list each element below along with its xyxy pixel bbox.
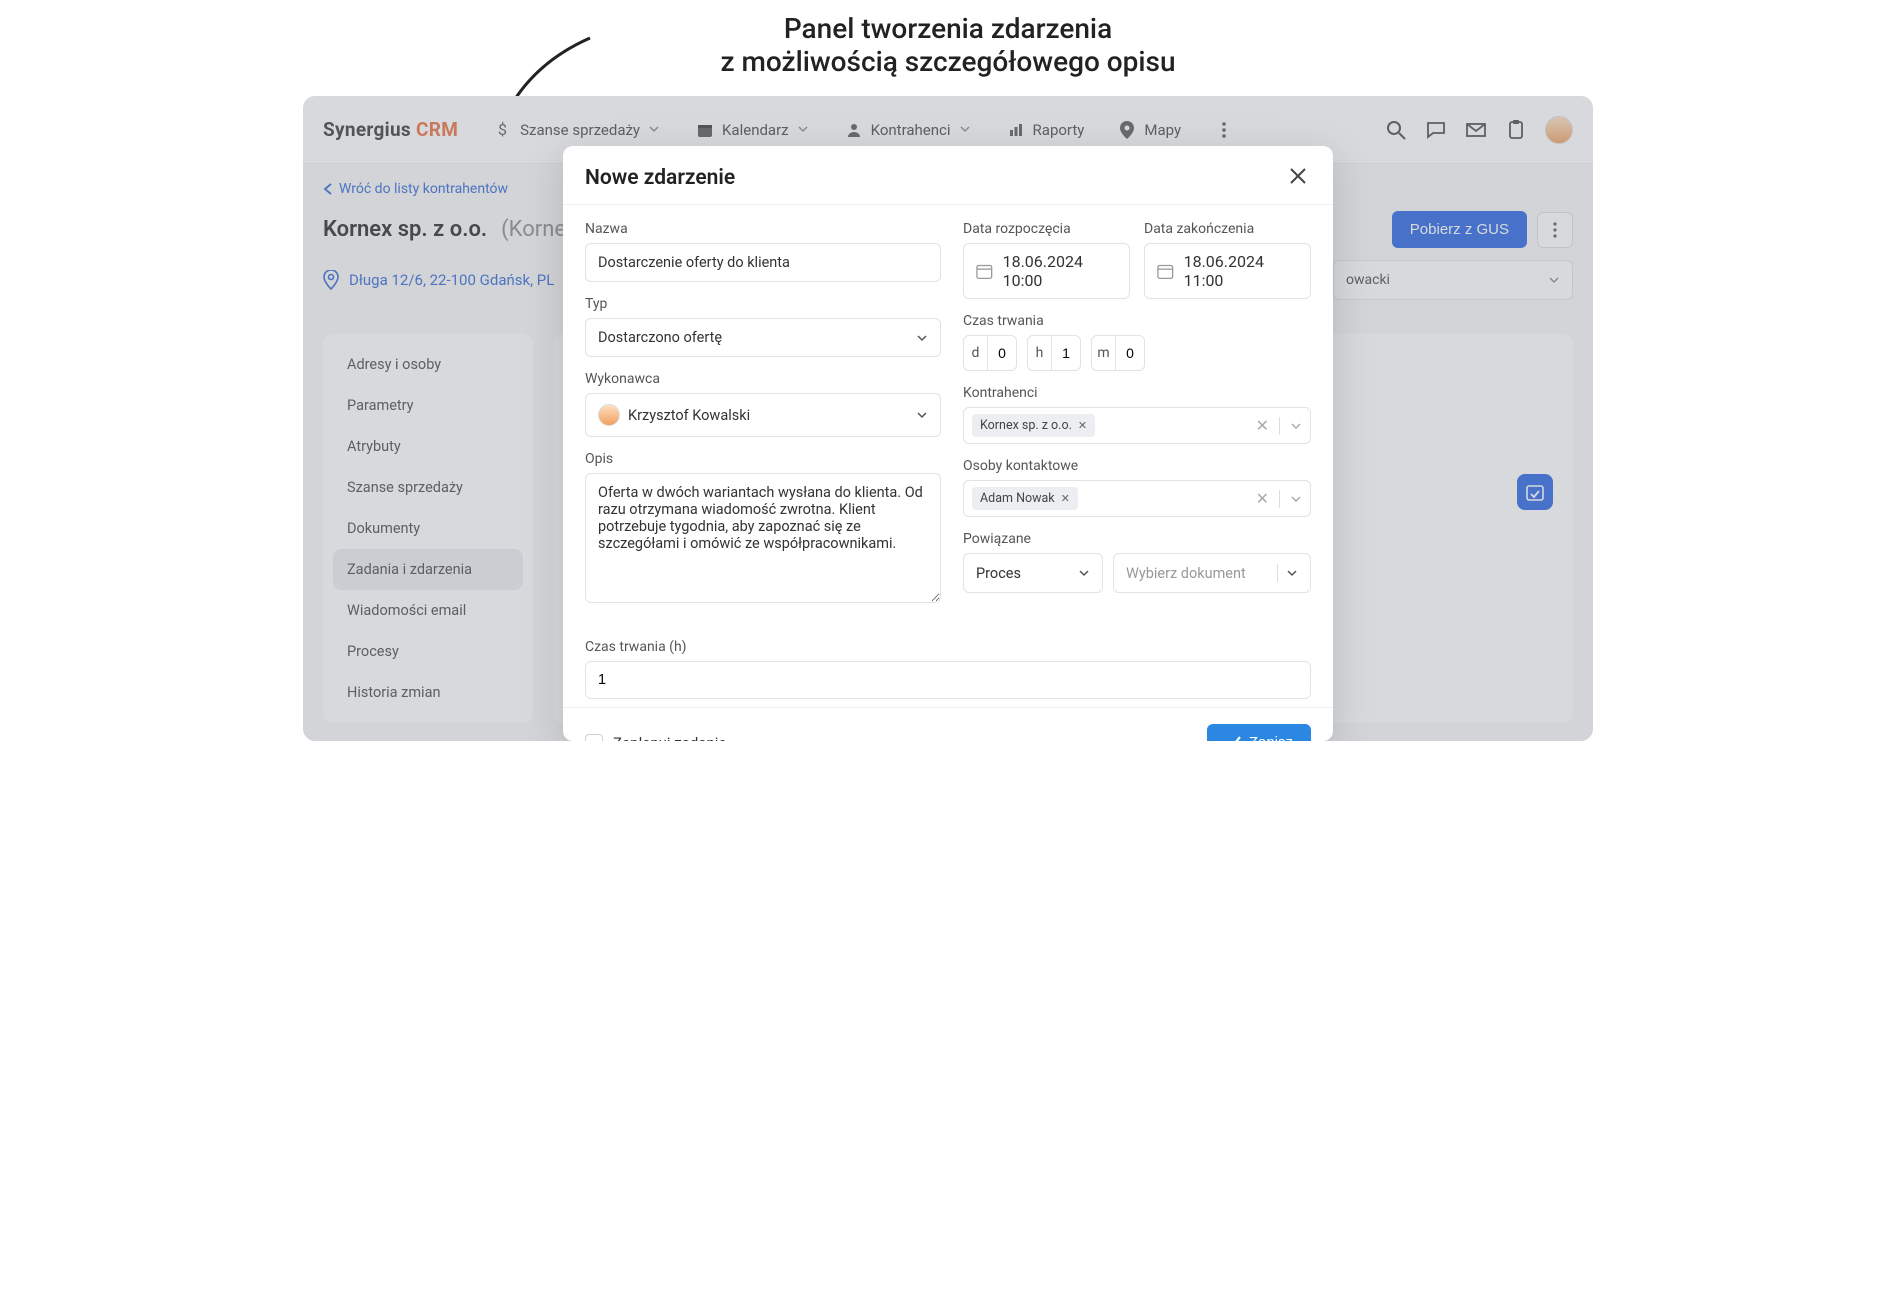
contractors-multiselect[interactable]: Kornex sp. z o.o. ✕ ✕: [963, 407, 1311, 444]
name-input[interactable]: [585, 243, 941, 282]
contacts-multiselect[interactable]: Adam Nowak ✕ ✕: [963, 480, 1311, 517]
duration-d-input[interactable]: [987, 335, 1017, 371]
app-shell: Synergius CRM $ Szanse sprzedaży Kalenda…: [303, 96, 1593, 741]
related-type-value: Proces: [976, 565, 1021, 582]
annotation-line1: Panel tworzenia zdarzenia: [0, 12, 1896, 45]
label-contractors: Kontrahenci: [963, 385, 1311, 401]
label-type: Typ: [585, 296, 941, 312]
schedule-task-label: Zaplanuj zadanie: [613, 734, 726, 742]
close-icon[interactable]: [1289, 167, 1311, 189]
label-contacts: Osoby kontaktowe: [963, 458, 1311, 474]
label-name: Nazwa: [585, 221, 941, 237]
type-select[interactable]: Dostarczono ofertę: [585, 318, 941, 357]
check-icon: [1225, 736, 1241, 742]
calendar-icon: [1157, 262, 1174, 280]
related-document-select[interactable]: Wybierz dokument: [1113, 553, 1311, 593]
chevron-down-icon: [916, 409, 928, 421]
contractor-chip: Kornex sp. z o.o. ✕: [972, 414, 1095, 437]
label-description: Opis: [585, 451, 941, 467]
chevron-down-icon: [1078, 567, 1090, 579]
duration-h-input[interactable]: [1051, 335, 1081, 371]
save-button-label: Zapisz: [1249, 734, 1293, 741]
start-date-input[interactable]: 18.06.2024 10:00: [963, 243, 1130, 299]
type-value: Dostarczono ofertę: [598, 329, 722, 346]
label-related: Powiązane: [963, 531, 1311, 547]
label-duration: Czas trwania: [963, 313, 1311, 329]
description-textarea[interactable]: [585, 473, 941, 603]
clear-icon[interactable]: ✕: [1256, 416, 1269, 435]
schedule-task-checkbox[interactable]: [585, 734, 603, 742]
performer-avatar: [598, 404, 620, 426]
label-start: Data rozpoczęcia: [963, 221, 1130, 237]
contractor-chip-label: Kornex sp. z o.o.: [980, 418, 1072, 433]
performer-value: Krzysztof Kowalski: [628, 407, 750, 424]
duration-h-label: h: [1027, 335, 1051, 371]
modal-title: Nowe zdarzenie: [585, 166, 735, 190]
label-performer: Wykonawca: [585, 371, 941, 387]
chip-remove-icon[interactable]: ✕: [1078, 419, 1087, 432]
chevron-down-icon[interactable]: [1290, 493, 1302, 505]
contact-chip: Adam Nowak ✕: [972, 487, 1078, 510]
new-event-modal: Nowe zdarzenie Nazwa Typ Dostarczon: [563, 146, 1333, 741]
save-button[interactable]: Zapisz: [1207, 724, 1311, 741]
calendar-icon: [976, 262, 993, 280]
chevron-down-icon: [916, 332, 928, 344]
duration-h-field[interactable]: [585, 661, 1311, 699]
contact-chip-label: Adam Nowak: [980, 491, 1055, 506]
end-date-input[interactable]: 18.06.2024 11:00: [1144, 243, 1311, 299]
chevron-down-icon[interactable]: [1290, 420, 1302, 432]
label-end: Data zakończenia: [1144, 221, 1311, 237]
modal-backdrop: Nowe zdarzenie Nazwa Typ Dostarczon: [303, 96, 1593, 741]
annotation-line2: z możliwością szczegółowego opisu: [0, 45, 1896, 78]
label-duration-h: Czas trwania (h): [585, 639, 1311, 655]
chip-remove-icon[interactable]: ✕: [1061, 492, 1070, 505]
duration-m-label: m: [1091, 335, 1115, 371]
duration-m-input[interactable]: [1115, 335, 1145, 371]
end-date-value: 18.06.2024 11:00: [1184, 252, 1298, 290]
related-type-select[interactable]: Proces: [963, 553, 1103, 593]
chevron-down-icon: [1286, 567, 1298, 579]
performer-select[interactable]: Krzysztof Kowalski: [585, 393, 941, 437]
clear-icon[interactable]: ✕: [1256, 489, 1269, 508]
duration-d-label: d: [963, 335, 987, 371]
start-date-value: 18.06.2024 10:00: [1003, 252, 1117, 290]
related-document-placeholder: Wybierz dokument: [1126, 565, 1246, 582]
